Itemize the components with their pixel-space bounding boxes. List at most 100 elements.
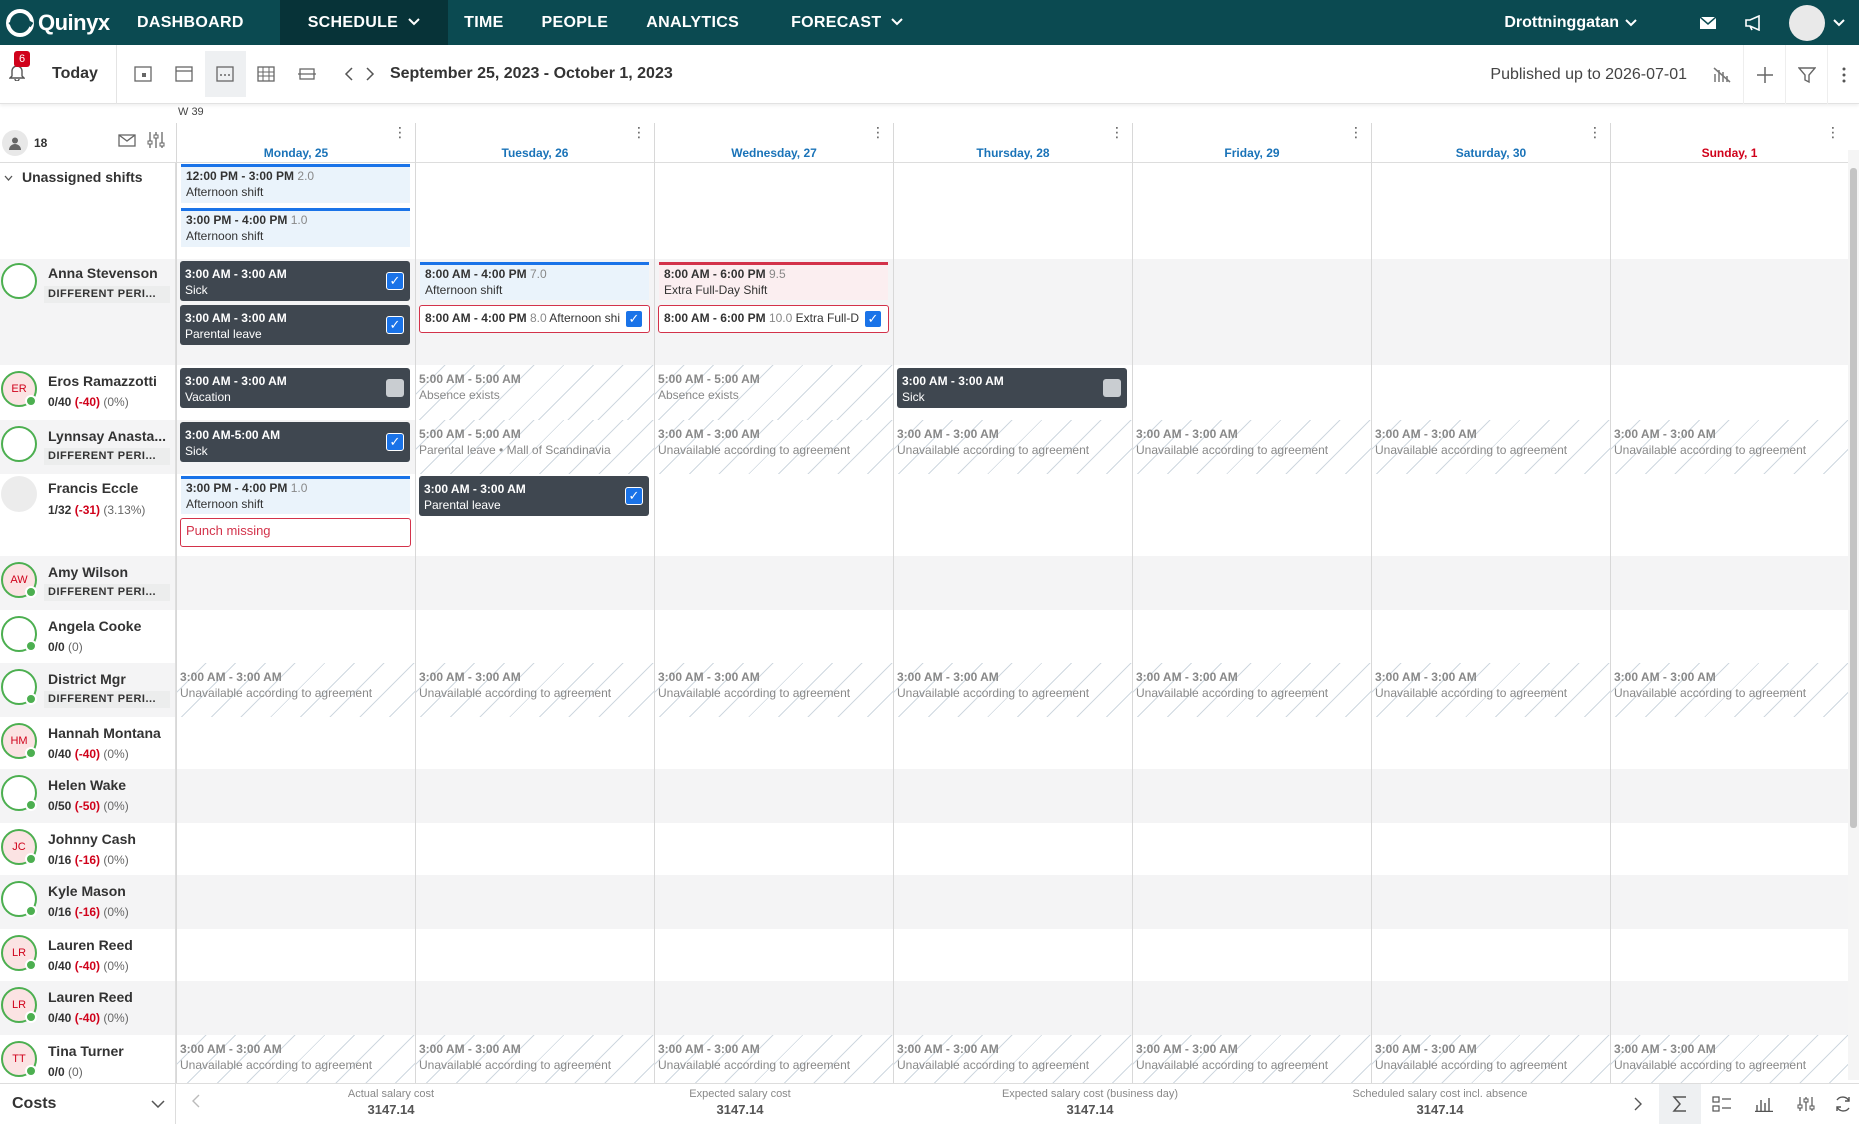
employee-row[interactable]: Lynnsay Anasta... DIFFERENT PERI... [0, 420, 176, 474]
unavailable-block[interactable]: 3:00 AM - 3:00 AM Unavailable according t… [1133, 420, 1371, 474]
shift-card[interactable]: 8:00 AM - 4:00 PM 8.0 Afternoon shi ✓ [419, 305, 650, 333]
unavailable-block[interactable]: 3:00 AM - 3:00 AM Unavailable according t… [1372, 1035, 1610, 1083]
day-more-icon[interactable]: ⋮ [1349, 125, 1363, 139]
unavailable-block[interactable]: 3:00 AM - 3:00 AM Unavailable according t… [177, 1035, 415, 1083]
nav-people[interactable]: PEOPLE [530, 0, 621, 45]
next-metrics-button[interactable] [1617, 1084, 1659, 1124]
mail-icon[interactable] [1685, 0, 1731, 45]
location-selector[interactable]: Drottninggatan [1504, 14, 1637, 32]
checkbox-unchecked-icon[interactable] [1103, 379, 1121, 397]
unavailable-block[interactable]: 3:00 AM - 3:00 AM Unavailable according t… [416, 663, 654, 717]
unavailable-block[interactable]: 3:00 AM - 3:00 AM Unavailable according t… [1133, 663, 1371, 717]
unavailable-block[interactable]: 3:00 AM - 3:00 AM Unavailable according t… [655, 1035, 893, 1083]
day-more-icon[interactable]: ⋮ [1588, 125, 1602, 139]
day-header-friday[interactable]: Friday, 29 ⋮ [1132, 123, 1371, 163]
unavailable-block[interactable]: 3:00 AM - 3:00 AM Unavailable according t… [894, 420, 1132, 474]
settings-sliders-icon[interactable] [1785, 1084, 1827, 1124]
unavailable-block[interactable]: 3:00 AM - 3:00 AM Unavailable according t… [1133, 1035, 1371, 1083]
today-button[interactable]: Today [34, 44, 117, 104]
mail-icon[interactable] [118, 133, 136, 152]
megaphone-icon[interactable] [1731, 0, 1777, 45]
timeline-view-button[interactable] [287, 51, 328, 97]
employee-row[interactable]: Francis Eccle 1/32 (-31) (3.13%) [0, 474, 176, 556]
employee-row[interactable]: LR Lauren Reed 0/40 (-40) (0%) [0, 981, 176, 1035]
employee-row[interactable]: Angela Cooke 0/0 (0) [0, 610, 176, 663]
absence-card[interactable]: 3:00 AM-5:00 AM Sick ✓ [180, 422, 410, 462]
day-header-tuesday[interactable]: Tuesday, 26 ⋮ [415, 123, 654, 163]
refresh-icon[interactable] [1827, 1084, 1859, 1124]
absence-block[interactable]: 5:00 AM - 5:00 AM Absence exists [416, 365, 654, 420]
absence-block[interactable]: 5:00 AM - 5:00 AM Parental leave • Mall o… [416, 420, 654, 474]
filter-icon[interactable] [1785, 45, 1827, 104]
absence-card[interactable]: 3:00 AM - 3:00 AM Vacation [180, 368, 410, 408]
shift-card[interactable]: 8:00 AM - 6:00 PM 10.0 Extra Full-D ✓ [658, 305, 889, 333]
employee-row[interactable]: Kyle Mason 0/16 (-16) (0%) [0, 875, 176, 929]
nav-forecast[interactable]: FORECAST [779, 0, 915, 45]
previous-week-button[interactable] [338, 51, 360, 97]
absence-card[interactable]: 3:00 AM - 3:00 AM Parental leave ✓ [180, 305, 410, 345]
unavailable-block[interactable]: 3:00 AM - 3:00 AM Unavailable according t… [1611, 663, 1848, 717]
month-view-button[interactable] [246, 51, 287, 97]
shift-card[interactable]: 3:00 PM - 4:00 PM 1.0 Afternoon shift [181, 208, 410, 247]
absence-card[interactable]: 3:00 AM - 3:00 AM Sick ✓ [180, 261, 410, 301]
checkbox-checked-icon[interactable]: ✓ [386, 433, 404, 451]
nav-time[interactable]: TIME [452, 0, 515, 45]
more-options-icon[interactable] [1827, 45, 1859, 104]
day-header-saturday[interactable]: Saturday, 30 ⋮ [1371, 123, 1610, 163]
employee-row[interactable]: Anna Stevenson DIFFERENT PERI... [0, 259, 176, 365]
sum-icon[interactable] [1659, 1084, 1701, 1124]
punch-missing-warning[interactable]: Punch missing [180, 518, 411, 547]
unavailable-block[interactable]: 3:00 AM - 3:00 AM Unavailable according t… [1611, 420, 1848, 474]
unavailable-block[interactable]: 3:00 AM - 3:00 AM Unavailable according t… [1372, 663, 1610, 717]
day-header-wednesday[interactable]: Wednesday, 27 ⋮ [654, 123, 893, 163]
checkbox-unchecked-icon[interactable] [386, 379, 404, 397]
checkbox-checked-icon[interactable]: ✓ [625, 487, 643, 505]
nav-schedule[interactable]: SCHEDULE [279, 0, 449, 45]
chevron-down-icon[interactable] [1833, 16, 1845, 30]
employee-row[interactable]: HM Hannah Montana 0/40 (-40) (0%) [0, 717, 176, 769]
unavailable-block[interactable]: 3:00 AM - 3:00 AM Unavailable according t… [1611, 1035, 1848, 1083]
day-more-icon[interactable]: ⋮ [871, 125, 885, 139]
previous-metrics-button[interactable] [176, 1094, 216, 1113]
employee-row[interactable]: AW Amy Wilson DIFFERENT PERI... [0, 556, 176, 610]
shift-card[interactable]: 12:00 PM - 3:00 PM 2.0 Afternoon shift [181, 164, 410, 203]
week-view-button[interactable] [164, 51, 205, 97]
shift-card[interactable]: 3:00 PM - 4:00 PM 1.0 Afternoon shift [181, 476, 410, 514]
unavailable-block[interactable]: 3:00 AM - 3:00 AM Unavailable according t… [1372, 420, 1610, 474]
schedule-week-view-button[interactable] [204, 51, 246, 97]
day-view-button[interactable] [123, 51, 164, 97]
user-avatar[interactable] [1789, 4, 1825, 41]
vertical-scrollbar[interactable] [1848, 150, 1859, 1080]
shift-card[interactable]: 8:00 AM - 6:00 PM 9.5 Extra Full-Day Shi… [659, 262, 888, 300]
employee-row[interactable]: JC Johnny Cash 0/16 (-16) (0%) [0, 823, 176, 875]
shift-card[interactable]: 8:00 AM - 4:00 PM 7.0 Afternoon shift [420, 262, 649, 300]
add-icon[interactable] [1743, 45, 1785, 104]
unavailable-block[interactable]: 3:00 AM - 3:00 AM Unavailable according t… [177, 663, 415, 717]
employee-row[interactable]: LR Lauren Reed 0/40 (-40) (0%) [0, 929, 176, 981]
unavailable-block[interactable]: 3:00 AM - 3:00 AM Unavailable according t… [655, 663, 893, 717]
day-more-icon[interactable]: ⋮ [632, 125, 646, 139]
bar-chart-icon[interactable] [1743, 1084, 1785, 1124]
unavailable-block[interactable]: 3:00 AM - 3:00 AM Unavailable according t… [894, 1035, 1132, 1083]
absence-card[interactable]: 3:00 AM - 3:00 AM Sick [897, 368, 1127, 408]
checkbox-checked-icon[interactable]: ✓ [386, 272, 404, 290]
settings-sliders-icon[interactable] [146, 131, 166, 154]
day-more-icon[interactable]: ⋮ [1110, 125, 1124, 139]
employee-row[interactable]: District Mgr DIFFERENT PERI... [0, 663, 176, 717]
table-view-icon[interactable] [1701, 1084, 1743, 1124]
day-more-icon[interactable]: ⋮ [1826, 125, 1840, 139]
day-more-icon[interactable]: ⋮ [393, 125, 407, 139]
costs-dropdown[interactable]: Costs [0, 1083, 176, 1124]
day-header-monday[interactable]: Monday, 25 ⋮ [176, 123, 415, 163]
next-week-button[interactable] [360, 51, 382, 97]
checkbox-checked-icon[interactable]: ✓ [386, 316, 404, 334]
checkbox-checked-icon[interactable]: ✓ [625, 310, 643, 328]
unavailable-block[interactable]: 3:00 AM - 3:00 AM Unavailable according t… [655, 420, 893, 474]
quinyx-logo[interactable]: Quinyx [0, 0, 125, 45]
employee-row[interactable]: TT Tina Turner 0/0 (0) [0, 1035, 176, 1083]
unpublish-icon[interactable] [1701, 45, 1743, 104]
unavailable-block[interactable]: 3:00 AM - 3:00 AM Unavailable according t… [894, 663, 1132, 717]
date-range[interactable]: September 25, 2023 - October 1, 2023 [390, 65, 673, 83]
day-header-thursday[interactable]: Thursday, 28 ⋮ [893, 123, 1132, 163]
unavailable-block[interactable]: 3:00 AM - 3:00 AM Unavailable according t… [416, 1035, 654, 1083]
